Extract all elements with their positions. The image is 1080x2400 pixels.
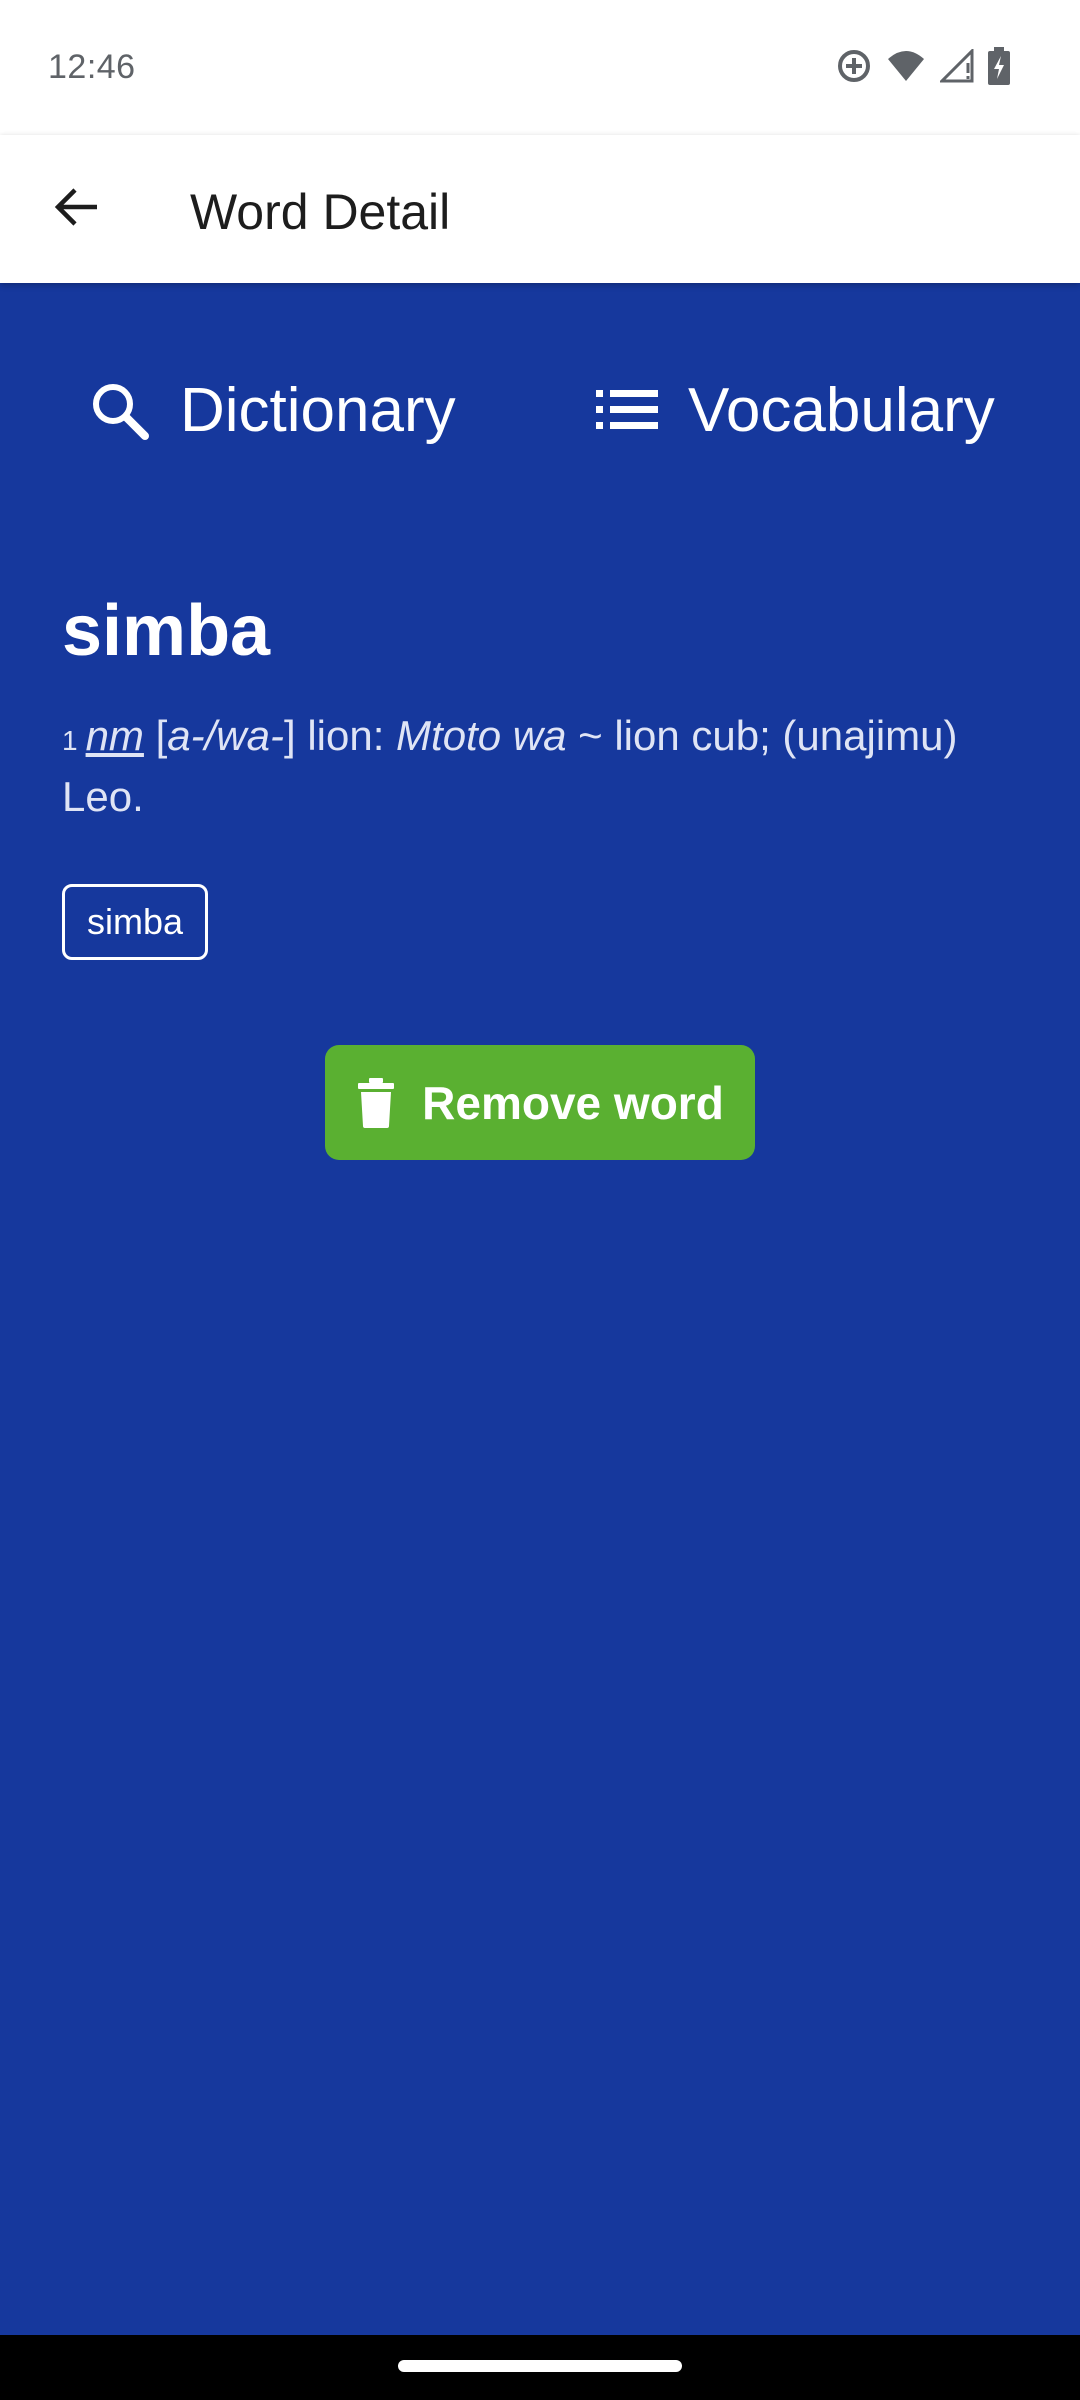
gloss: lion:	[295, 712, 397, 759]
tab-vocabulary-label: Vocabulary	[688, 375, 995, 445]
system-nav-bar	[0, 2335, 1080, 2400]
part-of-speech: nm	[85, 712, 144, 759]
trash-icon	[356, 1077, 400, 1129]
tab-dictionary-label: Dictionary	[180, 375, 456, 445]
status-bar: 12:46	[0, 0, 1080, 135]
status-time: 12:46	[48, 48, 136, 86]
list-icon	[592, 375, 662, 445]
page-title: Word Detail	[190, 184, 451, 240]
battery-charging-icon	[988, 46, 1010, 90]
arrow-back-icon	[53, 184, 99, 235]
tab-vocabulary[interactable]: Vocabulary	[592, 360, 995, 460]
status-icons	[836, 46, 1010, 90]
remove-word-button[interactable]: Remove word	[325, 1045, 755, 1160]
tab-dictionary[interactable]: Dictionary	[84, 360, 456, 460]
app-bar: Word Detail	[0, 135, 1080, 283]
home-gesture-handle[interactable]	[398, 2360, 682, 2372]
noun-class: [a-/wa-]	[155, 712, 296, 759]
back-button[interactable]	[36, 169, 116, 249]
search-icon	[84, 375, 154, 445]
tab-bar: Dictionary Vocabulary	[0, 360, 1080, 460]
word-tag-chip[interactable]: simba	[62, 884, 209, 960]
definition: 1 nm [a-/wa-] lion: Mtoto wa ~ lion cub; …	[62, 708, 1022, 825]
wifi-icon	[886, 49, 926, 88]
sense-number: 1	[62, 725, 78, 756]
signal-icon	[938, 46, 974, 88]
example-phrase: Mtoto wa	[396, 712, 567, 759]
remove-word-label: Remove word	[422, 1076, 724, 1129]
location-sync-icon	[836, 48, 872, 89]
noun-class-text: a-/wa-	[167, 712, 284, 759]
headword: simba	[62, 591, 271, 671]
